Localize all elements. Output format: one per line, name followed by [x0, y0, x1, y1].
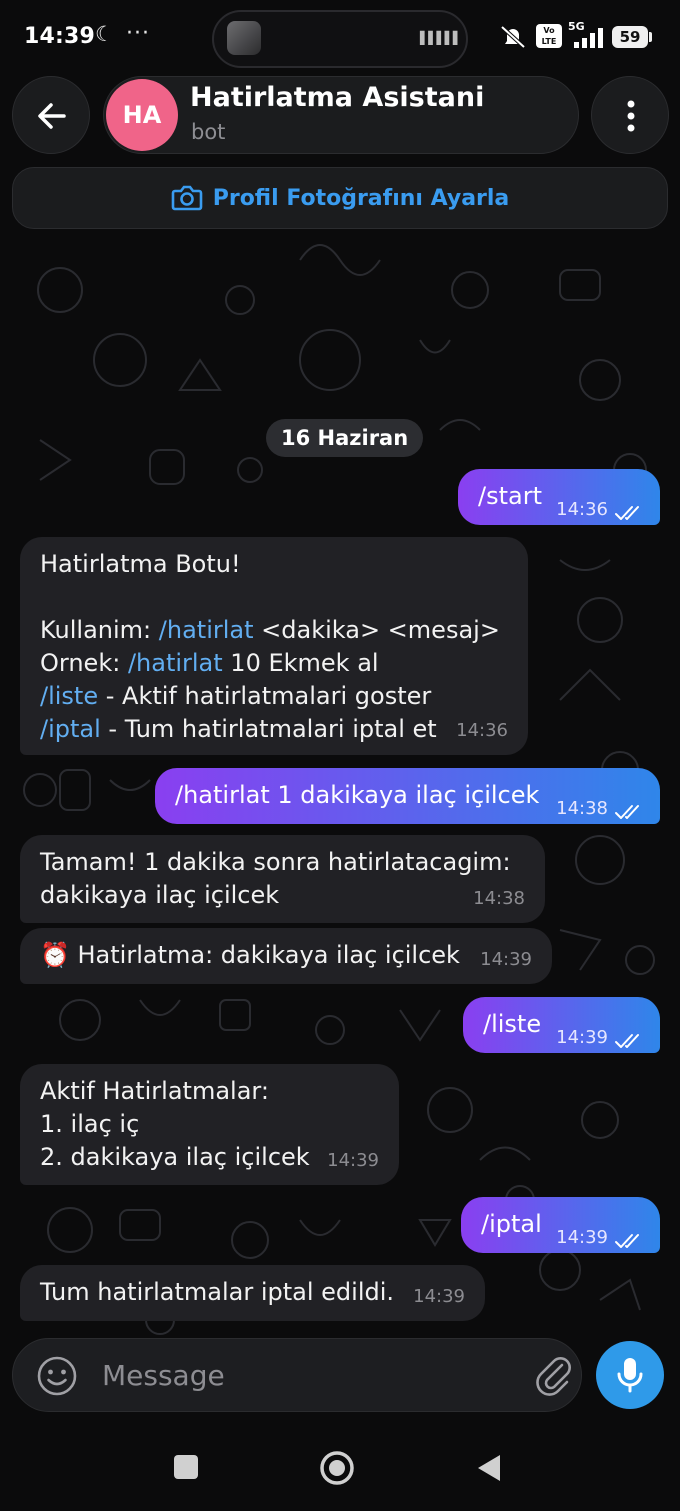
bot-command-link[interactable]: /liste [40, 682, 98, 710]
bot-command-link[interactable]: /hatirlat [128, 649, 223, 677]
island-avatar [227, 21, 261, 55]
message-text: 2. dakikaya ilaç içilcek [40, 1143, 310, 1171]
moon-icon: ☾ [95, 22, 114, 46]
signal-icon [574, 28, 603, 48]
incoming-message[interactable]: Tum hatirlatmalar iptal edildi. 14:39 [20, 1265, 485, 1321]
message-input[interactable] [100, 1353, 524, 1397]
message-text: /liste [483, 1010, 542, 1038]
outgoing-message[interactable]: /iptal 14:39 [461, 1197, 660, 1253]
incoming-message[interactable]: Hatirlatma Botu! Kullanim: /hatirlat <dak… [20, 537, 528, 755]
message-text: Hatirlatma Botu! [40, 550, 241, 578]
paperclip-icon[interactable] [534, 1353, 574, 1397]
message-line: Hatirlatma Botu! [40, 548, 500, 581]
message-line: Tum hatirlatmalar iptal edildi. [40, 1276, 394, 1309]
message-line [40, 581, 500, 614]
arrow-left-icon [38, 103, 66, 129]
battery-indicator: 59 [612, 26, 648, 48]
message-text: 1. ilaç iç [40, 1110, 140, 1138]
read-receipt-icon [614, 497, 644, 530]
message-line: 2. dakikaya ilaç içilcek [40, 1141, 310, 1174]
set-profile-photo-label: Profil Fotoğrafını Ayarla [212, 185, 510, 211]
nav-back-button[interactable] [476, 1453, 502, 1483]
message-time: 14:38 [556, 798, 608, 819]
message-text: /iptal [481, 1210, 542, 1238]
outgoing-message[interactable]: /start 14:36 [458, 469, 660, 525]
message-time: 14:36 [556, 499, 608, 520]
incoming-message[interactable]: ⏰ Hatirlatma: dakikaya ilaç içilcek 14:39 [20, 928, 552, 984]
outgoing-message[interactable]: /hatirlat 1 dakikaya ilaç içilcek 14:38 [155, 768, 660, 824]
message-line: /iptal - Tum hatirlatmalari iptal et [40, 713, 500, 746]
chat-subtitle: bot [191, 120, 226, 144]
more-menu-button[interactable] [591, 76, 669, 154]
message-text: Tum hatirlatmalar iptal edildi. [40, 1278, 395, 1306]
message-time: 14:39 [327, 1150, 379, 1171]
message-text: Aktif Hatirlatmalar: [40, 1077, 269, 1105]
incoming-message[interactable]: Aktif Hatirlatmalar: 1. ilaç iç 2. dakikay… [20, 1064, 399, 1185]
read-receipt-icon [614, 1225, 644, 1258]
read-receipt-icon [614, 796, 644, 829]
battery-tip [649, 32, 652, 42]
message-text: /start [478, 482, 542, 510]
message-time: 14:39 [413, 1286, 465, 1307]
audio-bars-icon: ▌▌▌▌▌ [420, 31, 462, 45]
message-text: <dakika> <mesaj> [253, 616, 500, 644]
outgoing-message[interactable]: /liste 14:39 [463, 997, 660, 1053]
volte-badge: Vo LTE [536, 24, 562, 48]
camera-icon [171, 185, 203, 211]
avatar[interactable]: HA [106, 79, 178, 151]
incoming-message[interactable]: Tamam! 1 dakika sonra hatirlatacagim: dak… [20, 835, 545, 923]
message-time: 14:39 [480, 949, 532, 970]
message-line: /liste - Aktif hatirlatmalari goster [40, 680, 500, 713]
back-button[interactable] [12, 76, 90, 154]
bot-command-link[interactable]: /hatirlat [159, 616, 254, 644]
home-button[interactable] [319, 1450, 355, 1486]
message-text: 10 Ekmek al [222, 649, 379, 677]
chat-title: Hatirlatma Asistani [190, 82, 485, 113]
message-line: Kullanim: /hatirlat <dakika> <mesaj> [40, 614, 500, 647]
message-text: dakikaya ilaç içilcek [40, 881, 280, 909]
message-text: ⏰ Hatirlatma: dakikaya ilaç içilcek [40, 941, 460, 969]
bot-command-link[interactable]: /iptal [40, 715, 101, 743]
voice-record-button[interactable] [596, 1341, 664, 1409]
smile-icon[interactable] [36, 1355, 78, 1397]
message-text: Tamam! 1 dakika sonra hatirlatacagim: [40, 848, 511, 876]
set-profile-photo-banner[interactable]: Profil Fotoğrafını Ayarla [12, 167, 668, 229]
kebab-menu-icon [627, 100, 635, 132]
recent-apps-button[interactable] [174, 1455, 198, 1479]
microphone-icon [617, 1358, 643, 1393]
message-text: /hatirlat 1 dakikaya ilaç içilcek [175, 781, 540, 809]
message-time: 14:39 [556, 1227, 608, 1248]
message-line: dakikaya ilaç içilcek [40, 879, 511, 912]
more-notifications-icon: ··· [126, 21, 150, 46]
message-line: ⏰ Hatirlatma: dakikaya ilaç içilcek [40, 939, 460, 972]
message-line: Ornek: /hatirlat 10 Ekmek al [40, 647, 500, 680]
message-time: 14:38 [473, 888, 525, 909]
date-separator: 16 Haziran [266, 419, 424, 457]
status-time: 14:39 [24, 24, 96, 49]
message-line: Aktif Hatirlatmalar: [40, 1075, 310, 1108]
mute-icon [500, 25, 526, 49]
read-receipt-icon [614, 1025, 644, 1058]
message-text: Ornek: [40, 649, 128, 677]
message-time: 14:39 [556, 1027, 608, 1048]
message-text: - Tum hatirlatmalari iptal et [100, 715, 437, 743]
message-line: 1. ilaç iç [40, 1108, 310, 1141]
message-time: 14:36 [456, 720, 508, 741]
message-text: - Aktif hatirlatmalari goster [98, 682, 432, 710]
message-text: Kullanim: [40, 616, 159, 644]
message-line: Tamam! 1 dakika sonra hatirlatacagim: [40, 846, 511, 879]
